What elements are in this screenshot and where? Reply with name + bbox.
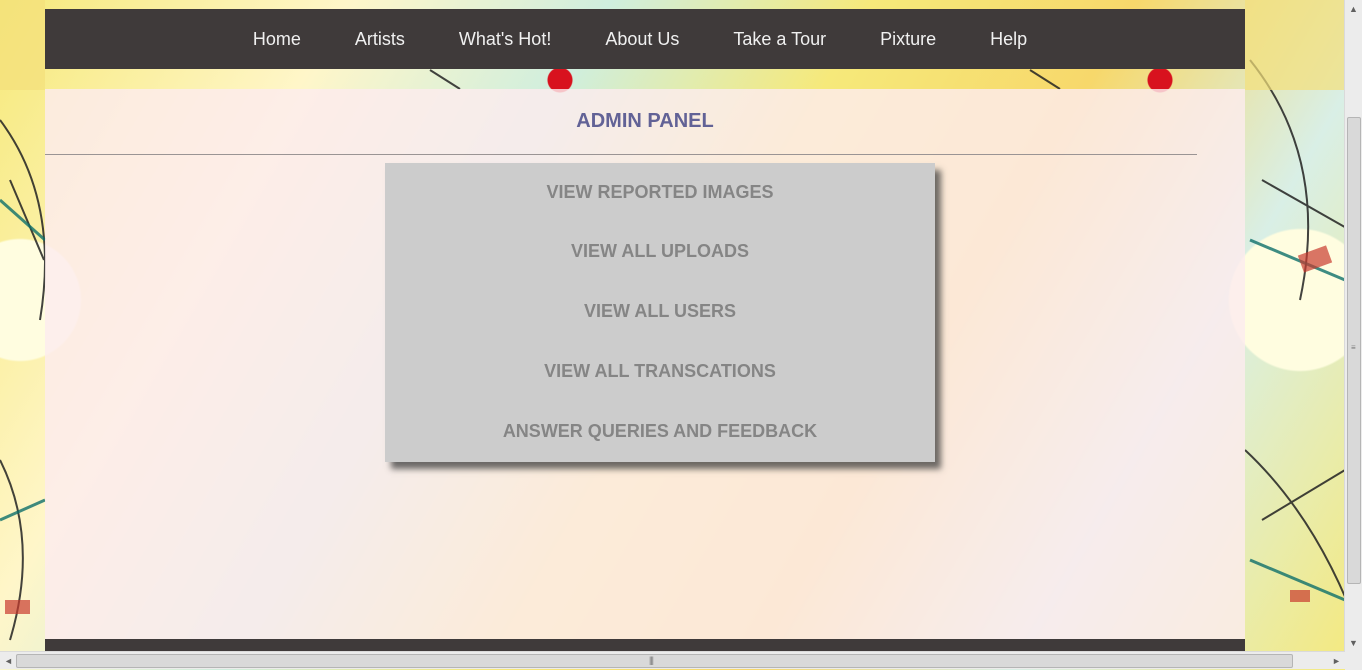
admin-menu: VIEW REPORTED IMAGES VIEW ALL UPLOADS VI… [385, 163, 935, 462]
scroll-right-arrow-icon[interactable]: ► [1328, 652, 1345, 669]
view-all-users-link[interactable]: VIEW ALL USERS [385, 301, 935, 322]
nav-help-link[interactable]: Help [963, 29, 1054, 50]
scroll-down-arrow-icon[interactable]: ▼ [1345, 634, 1362, 651]
scroll-up-arrow-icon[interactable]: ▲ [1345, 0, 1362, 17]
nav-whats-hot-link[interactable]: What's Hot! [432, 29, 578, 50]
top-navigation-bar: Home Artists What's Hot! About Us Take a… [45, 9, 1245, 69]
vertical-scrollbar[interactable]: ▲ ≡ ▼ [1344, 0, 1362, 651]
nav-about-us-link[interactable]: About Us [578, 29, 706, 50]
nav-take-a-tour-link[interactable]: Take a Tour [706, 29, 853, 50]
nav-pixture-link[interactable]: Pixture [853, 29, 963, 50]
main-nav: Home Artists What's Hot! About Us Take a… [226, 29, 1054, 50]
horizontal-grip-icon: ||| [649, 655, 654, 665]
nav-home-link[interactable]: Home [226, 29, 328, 50]
view-all-transactions-link[interactable]: VIEW ALL TRANSCATIONS [385, 361, 935, 382]
scroll-left-arrow-icon[interactable]: ◄ [0, 652, 17, 669]
answer-queries-feedback-link[interactable]: ANSWER QUERIES AND FEEDBACK [385, 421, 935, 442]
nav-artists-link[interactable]: Artists [328, 29, 432, 50]
view-reported-images-link[interactable]: VIEW REPORTED IMAGES [385, 182, 935, 203]
view-all-uploads-link[interactable]: VIEW ALL UPLOADS [385, 241, 935, 262]
scrollbar-corner [1345, 651, 1362, 670]
footer-bar [45, 639, 1245, 651]
vertical-grip-icon: ≡ [1351, 343, 1356, 352]
horizontal-scroll-thumb[interactable]: ||| [16, 654, 1293, 668]
title-divider [45, 154, 1197, 155]
page-title: ADMIN PANEL [576, 109, 714, 132]
vertical-scroll-thumb[interactable]: ≡ [1347, 117, 1361, 584]
horizontal-scrollbar[interactable]: ◄ ||| ► [0, 651, 1345, 669]
